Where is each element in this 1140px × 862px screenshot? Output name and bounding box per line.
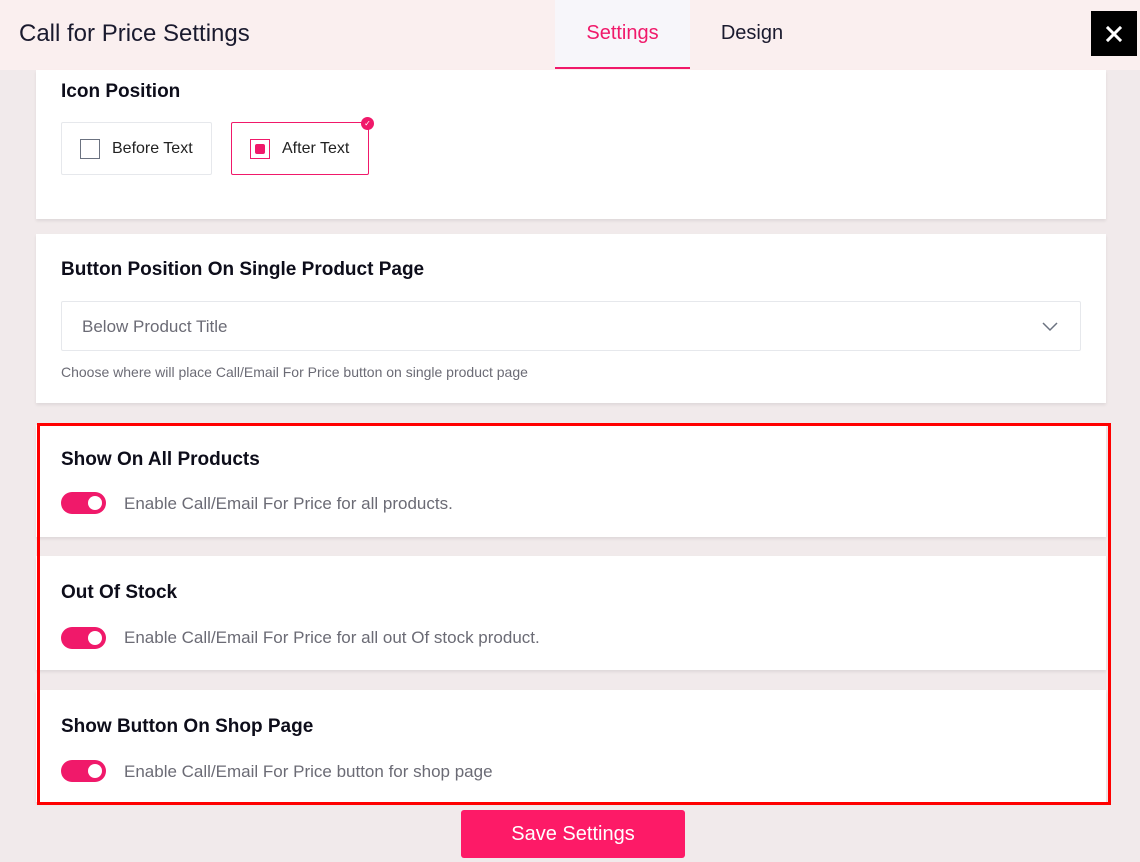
- after-text-label: After Text: [282, 139, 350, 157]
- modal-title: Call for Price Settings: [19, 20, 250, 47]
- save-settings-button[interactable]: Save Settings: [461, 810, 685, 858]
- button-position-card: Button Position On Single Product Page B…: [36, 234, 1106, 403]
- shop-page-title: Show Button On Shop Page: [61, 716, 314, 737]
- modal-header: Call for Price Settings Settings Design: [0, 0, 1140, 70]
- checkbox-checked-icon: [250, 138, 270, 159]
- out-of-stock-title: Out Of Stock: [61, 582, 178, 603]
- show-all-products-desc: Enable Call/Email For Price for all prod…: [124, 494, 453, 513]
- check-badge-icon: ✓: [361, 117, 374, 130]
- button-position-title: Button Position On Single Product Page: [61, 259, 425, 280]
- close-icon: [1105, 25, 1123, 42]
- icon-position-title: Icon Position: [61, 81, 181, 102]
- out-of-stock-card: Out Of Stock Enable Call/Email For Price…: [36, 556, 1106, 670]
- tab-settings[interactable]: Settings: [555, 0, 690, 69]
- before-text-option[interactable]: Before Text: [61, 122, 212, 175]
- button-position-value: Below Product Title: [82, 317, 228, 336]
- before-text-label: Before Text: [112, 139, 193, 157]
- button-position-help: Choose where will place Call/Email For P…: [61, 364, 528, 380]
- out-of-stock-toggle[interactable]: [61, 627, 106, 649]
- show-all-products-card: Show On All Products Enable Call/Email F…: [36, 425, 1106, 537]
- checkbox-icon: [80, 138, 100, 159]
- close-button[interactable]: [1091, 11, 1137, 56]
- after-text-option[interactable]: After Text ✓: [231, 117, 374, 175]
- tab-design[interactable]: Design: [700, 0, 804, 69]
- show-all-products-title: Show On All Products: [61, 449, 260, 470]
- shop-page-card: Show Button On Shop Page Enable Call/Ema…: [36, 690, 1106, 802]
- show-all-products-toggle[interactable]: [61, 492, 106, 514]
- chevron-down-icon: [1042, 322, 1058, 332]
- icon-position-card: Icon Position Before Text After Text ✓: [36, 70, 1106, 219]
- out-of-stock-desc: Enable Call/Email For Price for all out …: [124, 628, 540, 647]
- shop-page-toggle[interactable]: [61, 760, 106, 782]
- button-position-select[interactable]: Below Product Title: [61, 301, 1081, 351]
- shop-page-desc: Enable Call/Email For Price button for s…: [124, 762, 493, 781]
